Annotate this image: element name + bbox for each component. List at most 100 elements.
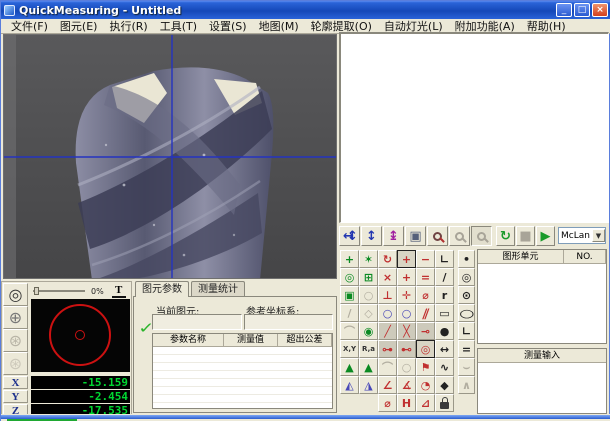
minimize-button[interactable]: _	[556, 3, 572, 17]
arc-probe[interactable]: r	[435, 286, 454, 304]
unit-list-header-1[interactable]: NO.	[564, 250, 606, 263]
line-circle-measure[interactable]: ⊸	[416, 322, 435, 340]
width-tool[interactable]: ↔	[435, 340, 454, 358]
auto-focus-button[interactable]: ↨	[383, 226, 404, 246]
menu-element[interactable]: 图元(E)	[54, 18, 104, 34]
line-tool-disabled[interactable]: /	[340, 304, 359, 322]
wave-profile-tool[interactable]: ∿	[435, 358, 454, 376]
tab-element-params[interactable]: 图元参数	[135, 281, 189, 297]
corner-probe[interactable]: ∟	[435, 250, 454, 268]
slider-handle[interactable]	[34, 287, 39, 295]
rectangle-tool[interactable]: ▭	[435, 304, 454, 322]
stage-view-2[interactable]: ▲	[359, 358, 378, 376]
zoom-fit-button[interactable]	[471, 226, 492, 246]
crosshair-probe[interactable]: +	[397, 250, 416, 268]
tab-measure-stats[interactable]: 测量统计	[191, 281, 245, 296]
circle-distance-selected[interactable]: ◎	[416, 340, 435, 358]
parallel-lines-tool[interactable]: ∥	[416, 304, 435, 322]
unit-list-header-0[interactable]: 图形单元	[478, 250, 564, 263]
corner-angle-tool[interactable]: ⊿	[416, 394, 435, 412]
menu-tools[interactable]: 工具(T)	[154, 18, 203, 34]
triangle-view-left[interactable]: ◭	[340, 376, 359, 394]
align-center-probe[interactable]: ✛	[397, 286, 416, 304]
params-table[interactable]: 参数名称测量值超出公差	[152, 333, 333, 409]
triangle-view-right[interactable]: ◮	[359, 376, 378, 394]
ellipse-trace[interactable]: ○	[378, 304, 397, 322]
circle-circle-distance[interactable]: ⊷	[397, 340, 416, 358]
ring-light-outer[interactable]: ◎	[3, 283, 28, 306]
eye-display[interactable]: ⊙	[458, 286, 475, 304]
stadium-display[interactable]: ○	[458, 304, 475, 322]
equals-display[interactable]: =	[458, 340, 475, 358]
diameter-probe[interactable]: ⌀	[416, 286, 435, 304]
menu-settings[interactable]: 设置(S)	[203, 18, 253, 34]
bold-t-button[interactable]: T	[112, 285, 126, 298]
flag-tool[interactable]: ⚑	[416, 358, 435, 376]
add-element[interactable]: +	[340, 250, 359, 268]
coord-xy-mode[interactable]: X,Y	[340, 340, 359, 358]
light-intensity-slider[interactable]	[33, 286, 85, 296]
measure-input-panel[interactable]: 测量输入	[477, 348, 607, 414]
angle-tool[interactable]: ∠	[378, 376, 397, 394]
stage-view-1[interactable]: ▲	[340, 358, 359, 376]
perpendicular-probe[interactable]: ⊥	[378, 286, 397, 304]
parallel-probe[interactable]: =	[416, 268, 435, 286]
ref-coord-field[interactable]	[244, 314, 333, 330]
menu-map[interactable]: 地图(M)	[253, 18, 305, 34]
circle-tool-disabled[interactable]: ○	[359, 286, 378, 304]
point-probe[interactable]: +	[397, 268, 416, 286]
auto-capture[interactable]: ✶	[359, 250, 378, 268]
grid-box-probe[interactable]: ⊞	[359, 268, 378, 286]
filled-circle-tool[interactable]: ●	[435, 322, 454, 340]
circle-disabled-2[interactable]: ○	[397, 358, 416, 376]
close-button[interactable]: ×	[592, 3, 608, 17]
point-display[interactable]: •	[458, 250, 475, 268]
run-button[interactable]: ▶	[536, 226, 555, 246]
height-tool[interactable]: H	[397, 394, 416, 412]
loop-run-button[interactable]: ↻	[496, 226, 515, 246]
arc-display-disabled[interactable]: ⌣	[458, 358, 475, 376]
graphics-view[interactable]	[339, 32, 609, 223]
stop-button[interactable]: ■	[516, 226, 535, 246]
stage-move-z-button[interactable]: ↕	[361, 226, 382, 246]
arc-tool-disabled[interactable]: ⌒	[340, 322, 359, 340]
clock-angle-tool[interactable]: ◔	[416, 376, 435, 394]
arc-disabled-2[interactable]: ⌒	[378, 358, 397, 376]
current-element-field[interactable]	[152, 314, 242, 330]
circle-line-distance[interactable]: ⊶	[378, 340, 397, 358]
maximize-button[interactable]: □	[574, 3, 590, 17]
menu-file[interactable]: 文件(F)	[5, 18, 54, 34]
circle-center-probe[interactable]: ◎	[340, 268, 359, 286]
diamond-tool-disabled[interactable]: ◇	[359, 304, 378, 322]
graphic-unit-list[interactable]: 图形单元NO.	[477, 249, 607, 344]
angle-measure-tool[interactable]: ∡	[397, 376, 416, 394]
line-2pt-measure[interactable]: ╱	[378, 322, 397, 340]
ring-light-quadrant[interactable]: ⊕	[3, 306, 28, 329]
angle-display[interactable]: ∟	[458, 322, 475, 340]
no-circle-tool[interactable]: ⌀	[378, 394, 397, 412]
camera-view[interactable]	[3, 34, 337, 279]
camera-capture[interactable]: ▣	[340, 286, 359, 304]
rotate-tool[interactable]: ↻	[378, 250, 397, 268]
axis-button-x[interactable]: X	[3, 376, 28, 389]
zoom-in-button[interactable]	[427, 226, 448, 246]
stage-move-xy-button[interactable]	[339, 226, 360, 246]
remove-probe[interactable]: −	[416, 250, 435, 268]
line-probe[interactable]: /	[435, 268, 454, 286]
lock-button[interactable]	[435, 394, 454, 412]
vertex-display-disabled[interactable]: ∧	[458, 376, 475, 394]
menu-run[interactable]: 执行(R)	[103, 18, 153, 34]
zoom-out-button[interactable]	[449, 226, 470, 246]
gear-trace[interactable]: ○	[397, 304, 416, 322]
diamond-tool[interactable]: ◆	[435, 376, 454, 394]
coord-ra-mode[interactable]: R,a	[359, 340, 378, 358]
axis-button-y[interactable]: Y	[3, 390, 28, 403]
view-select-dropdown[interactable]: McLan ▼	[558, 227, 606, 244]
lens-tool[interactable]: ◉	[359, 322, 378, 340]
circle-display[interactable]: ◎	[458, 268, 475, 286]
ring-light-segment-2[interactable]: ⊛	[3, 352, 28, 375]
line-cross-measure[interactable]: ╳	[397, 322, 416, 340]
cross-probe[interactable]: ×	[378, 268, 397, 286]
ring-light-preview[interactable]	[31, 299, 130, 372]
ring-light-segment-1[interactable]: ⊛	[3, 329, 28, 352]
